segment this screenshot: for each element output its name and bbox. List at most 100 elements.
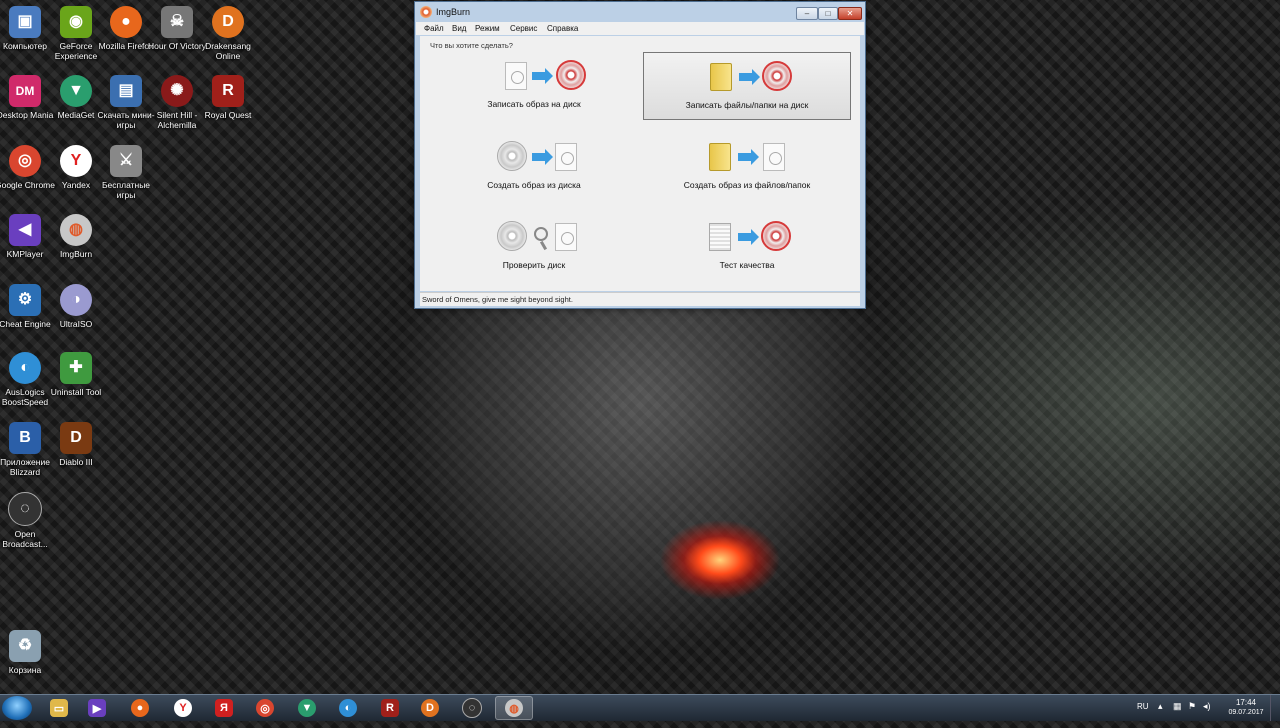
image-file-icon bbox=[505, 62, 527, 90]
desktop-icon-imgburn[interactable]: ◍ ImgBurn bbox=[44, 214, 108, 259]
show-hidden-icons-chevron[interactable]: ▴ bbox=[1158, 701, 1163, 727]
volume-icon[interactable]: ◂) bbox=[1203, 701, 1211, 727]
tile-icons bbox=[430, 221, 638, 255]
tile-icons bbox=[643, 141, 851, 175]
taskbar-imgburn[interactable]: ◍ bbox=[495, 696, 533, 720]
desktop-icon-label: GeForce Experience bbox=[54, 41, 98, 61]
minimize-button[interactable]: – bbox=[796, 7, 818, 20]
flag-icon[interactable]: ⚑ bbox=[1188, 701, 1196, 727]
desktop-icon-label: Royal Quest bbox=[204, 110, 252, 120]
arrow-icon bbox=[532, 68, 553, 84]
taskbar-yandex-browser[interactable]: Y bbox=[164, 696, 202, 720]
obs-icon: ◌ bbox=[8, 492, 42, 526]
taskbar-mediaget[interactable]: ▼ bbox=[288, 696, 326, 720]
desktop-icon-diablo[interactable]: D Diablo III bbox=[44, 422, 108, 467]
desktop-icon-recycle-bin[interactable]: ♻ Корзина bbox=[0, 630, 57, 675]
desktop-mania-icon: DM bbox=[9, 75, 41, 107]
royal-quest-icon: R bbox=[212, 75, 244, 107]
menu-file[interactable]: Файл bbox=[424, 24, 444, 33]
tile-label: Создать образ из диска bbox=[487, 180, 581, 190]
uninstall-tool-icon: ✚ bbox=[60, 352, 92, 384]
tile-quality-test[interactable]: Тест качества bbox=[643, 213, 851, 281]
tile-create-image-from-files[interactable]: Создать образ из файлов/папок bbox=[643, 133, 851, 201]
tile-write-image-to-disc[interactable]: Записать образ на диск bbox=[430, 52, 638, 120]
taskbar-kmplayer[interactable]: ▶ bbox=[78, 696, 116, 720]
taskbar-obs[interactable]: ◌ bbox=[453, 696, 491, 720]
taskbar-explorer[interactable]: ▭ bbox=[40, 696, 78, 720]
taskbar-chrome[interactable]: ◎ bbox=[246, 696, 284, 720]
image-file-icon bbox=[555, 223, 577, 251]
title-bar[interactable]: ImgBurn – □ ✕ bbox=[415, 2, 865, 22]
clock[interactable]: 17:44 09.07.2017 bbox=[1226, 698, 1266, 724]
tile-write-files-to-disc[interactable]: Записать файлы/папки на диск bbox=[643, 52, 851, 120]
blank-disc-icon bbox=[761, 221, 791, 251]
window-title: ImgBurn bbox=[436, 7, 471, 17]
tile-icons bbox=[430, 60, 638, 94]
diablo-icon: D bbox=[60, 422, 92, 454]
tile-verify-disc[interactable]: Проверить диск bbox=[430, 213, 638, 281]
desktop-icon-label: Приложение Blizzard bbox=[0, 457, 50, 477]
taskbar-yandex[interactable]: Я bbox=[205, 696, 243, 720]
clock-date: 09.07.2017 bbox=[1228, 709, 1264, 716]
mediaget-icon: ▼ bbox=[298, 699, 316, 717]
menu-tools[interactable]: Сервис bbox=[510, 24, 537, 33]
desktop-icon-label: Yandex bbox=[61, 180, 91, 190]
folder-icon bbox=[709, 143, 731, 171]
arrow-icon bbox=[532, 149, 553, 165]
taskbar: ▭ ▶ ● Y Я ◎ ▼ ◐ R D ◌ ◍ RU ▴ ▦ ⚑ ◂) 17:4… bbox=[0, 694, 1280, 721]
disc-icon bbox=[497, 141, 527, 171]
kmplayer-icon: ▶ bbox=[88, 699, 106, 717]
taskbar-auslogics[interactable]: ◐ bbox=[329, 696, 367, 720]
arrow-icon bbox=[738, 149, 759, 165]
close-button[interactable]: ✕ bbox=[838, 7, 862, 20]
tile-create-image-from-disc[interactable]: Создать образ из диска bbox=[430, 133, 638, 201]
taskbar-drakensang[interactable]: D bbox=[411, 696, 449, 720]
image-file-icon bbox=[555, 143, 577, 171]
recycle-bin-icon: ♻ bbox=[9, 630, 41, 662]
desktop-icon-label: UltraISO bbox=[59, 319, 93, 329]
tile-label: Проверить диск bbox=[502, 260, 566, 270]
menu-help[interactable]: Справка bbox=[547, 24, 578, 33]
arrow-icon bbox=[739, 69, 760, 85]
desktop-icon-label: Drakensang Online bbox=[205, 41, 251, 61]
royal-quest-icon: R bbox=[381, 699, 399, 717]
desktop-icon-royal-quest[interactable]: R Royal Quest bbox=[196, 75, 260, 120]
computer-icon: ▣ bbox=[9, 6, 41, 38]
desktop-icon-uninstall-tool[interactable]: ✚ Uninstall Tool bbox=[44, 352, 108, 397]
drakensang-icon: D bbox=[212, 6, 244, 38]
imgburn-window: ImgBurn – □ ✕ Файл Вид Режим Сервис Спра… bbox=[414, 1, 866, 309]
desktop-icon-label: Silent Hill - Alchemilla bbox=[156, 110, 198, 130]
network-icon[interactable]: ▦ bbox=[1173, 701, 1182, 727]
menu-view[interactable]: Вид bbox=[452, 24, 466, 33]
language-indicator[interactable]: RU bbox=[1137, 702, 1149, 728]
desktop-icon-drakensang[interactable]: D Drakensang Online bbox=[196, 6, 260, 61]
arrow-icon bbox=[738, 229, 759, 245]
tile-label: Записать образ на диск bbox=[487, 99, 581, 109]
free-games-icon: ⚔ bbox=[110, 145, 142, 177]
taskbar-royal-quest[interactable]: R bbox=[371, 696, 409, 720]
show-desktop-button[interactable] bbox=[1270, 695, 1280, 721]
maximize-button[interactable]: □ bbox=[818, 7, 838, 20]
tile-label: Записать файлы/папки на диск bbox=[685, 100, 809, 110]
cheat-engine-icon: ⚙ bbox=[9, 284, 41, 316]
desktop-icon-label: Корзина bbox=[8, 665, 42, 675]
taskbar-firefox[interactable]: ● bbox=[121, 696, 159, 720]
desktop-icon-ultraiso[interactable]: ◑ UltraISO bbox=[44, 284, 108, 329]
auslogics-icon: ◐ bbox=[339, 699, 357, 717]
clock-time: 17:44 bbox=[1235, 698, 1257, 707]
ez-mode-picker: Что вы хотите сделать? Записать образ на… bbox=[420, 36, 860, 291]
desktop-icon-label: KMPlayer bbox=[6, 249, 44, 259]
tile-icons bbox=[644, 61, 850, 95]
mediaget-icon: ▼ bbox=[60, 75, 92, 107]
desktop-icon-obs[interactable]: ◌ Open Broadcast... bbox=[0, 492, 57, 549]
menu-bar: Файл Вид Режим Сервис Справка bbox=[416, 22, 864, 35]
desktop-icon-free-games[interactable]: ⚔ Бесплатные игры bbox=[94, 145, 158, 200]
menu-mode[interactable]: Режим bbox=[475, 24, 500, 33]
folder-icon bbox=[710, 63, 732, 91]
mini-games-icon: ▤ bbox=[110, 75, 142, 107]
tile-label: Создать образ из файлов/папок bbox=[683, 180, 811, 190]
ultraiso-icon: ◑ bbox=[60, 284, 92, 316]
blizzard-icon: B bbox=[9, 422, 41, 454]
start-button[interactable] bbox=[2, 696, 32, 720]
desktop-icon-label: Open Broadcast... bbox=[2, 529, 48, 549]
